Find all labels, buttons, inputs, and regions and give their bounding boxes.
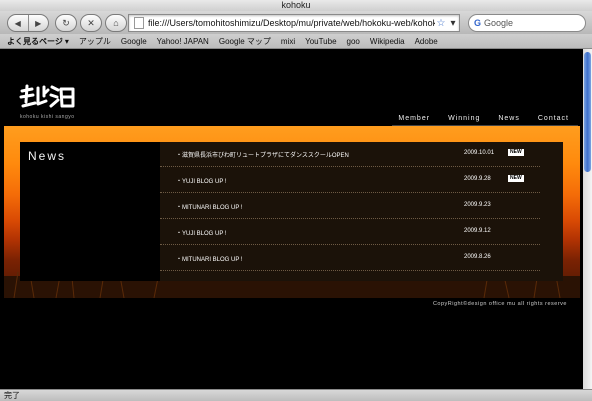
logo-text: 北湖: [18, 82, 20, 83]
search-field[interactable]: G Google: [468, 14, 586, 32]
bookmark-item[interactable]: Wikipedia: [370, 37, 405, 46]
logo-subtitle: kohoku kishi sangyo: [20, 114, 75, 120]
window-title: kohoku: [0, 0, 592, 11]
page-icon: [134, 17, 144, 29]
browser-toolbar: ◀ ▶ ↻ ✕ ⌂ file:///Users/tomohitoshimizu/…: [0, 11, 592, 34]
home-icon: ⌂: [113, 18, 119, 28]
address-text[interactable]: file:///Users/tomohitoshimizu/Desktop/mu…: [148, 18, 435, 28]
nav-winning[interactable]: Winning: [448, 115, 480, 122]
bookmark-item[interactable]: mixi: [281, 37, 295, 46]
news-date: 2009.9.23: [464, 202, 491, 208]
news-title[interactable]: ・MITUNARI BLOG UP !: [176, 202, 243, 211]
google-icon: G: [474, 18, 482, 28]
news-item[interactable]: ・MITUNARI BLOG UP ! 2009.9.23: [160, 194, 540, 219]
news-title[interactable]: ・滋賀県長浜市びわ町リュートプラザにてダンススクールOPEN: [176, 150, 349, 159]
nav-contact[interactable]: Contact: [538, 115, 569, 122]
news-date: 2009.10.01: [464, 150, 495, 156]
back-forward-group: ◀ ▶: [7, 14, 49, 32]
news-date: 2009.9.12: [464, 228, 491, 234]
news-title[interactable]: ・MITUNARI BLOG UP !: [176, 254, 243, 263]
news-item[interactable]: ・YUJI BLOG UP ! 2009.9.28 NEW: [160, 168, 540, 193]
new-badge: NEW: [508, 175, 524, 182]
new-badge: NEW: [508, 149, 524, 156]
home-button[interactable]: ⌂: [105, 14, 127, 32]
search-input[interactable]: Google: [484, 18, 513, 28]
scrollbar-thumb[interactable]: [584, 52, 591, 172]
forward-button[interactable]: ▶: [27, 15, 49, 31]
arrow-right-icon: ▶: [35, 18, 42, 28]
close-icon: ✕: [87, 17, 95, 28]
bookmark-item[interactable]: YouTube: [305, 37, 336, 46]
back-button[interactable]: ◀: [8, 15, 28, 31]
dropdown-icon[interactable]: ▾: [447, 18, 459, 29]
nav-member[interactable]: Member: [398, 115, 430, 122]
news-heading: News: [28, 149, 67, 163]
bookmarks-bar: よく見るページ ▾ アップル Google Yahoo! JAPAN Googl…: [0, 34, 592, 49]
bookmark-icon[interactable]: ☆: [435, 18, 447, 29]
arrow-left-icon: ◀: [14, 18, 21, 28]
bookmark-item[interactable]: アップル: [79, 36, 111, 47]
news-date: 2009.9.28: [464, 176, 491, 182]
chevron-down-icon[interactable]: ▾: [65, 37, 69, 46]
status-bar: 完了: [0, 389, 592, 401]
news-list: ・滋賀県長浜市びわ町リュートプラザにてダンススクールOPEN 2009.10.0…: [160, 142, 563, 281]
address-bar[interactable]: file:///Users/tomohitoshimizu/Desktop/mu…: [128, 14, 460, 32]
nav-news[interactable]: News: [498, 115, 520, 122]
bookmark-item[interactable]: Yahoo! JAPAN: [157, 37, 209, 46]
bookmark-item[interactable]: Adobe: [415, 37, 438, 46]
news-title[interactable]: ・YUJI BLOG UP !: [176, 176, 227, 185]
stop-button[interactable]: ✕: [80, 14, 102, 32]
news-date: 2009.8.26: [464, 254, 491, 260]
reload-icon: ↻: [62, 17, 70, 28]
bookmark-item[interactable]: goo: [347, 37, 360, 46]
news-item[interactable]: ・滋賀県長浜市びわ町リュートプラザにてダンススクールOPEN 2009.10.0…: [160, 142, 540, 167]
news-item[interactable]: ・MITUNARI BLOG UP ! 2009.8.26: [160, 246, 540, 271]
site-logo[interactable]: 北湖: [18, 82, 78, 112]
bookmark-item[interactable]: Google マップ: [219, 36, 271, 47]
news-item[interactable]: ・YUJI BLOG UP ! 2009.9.12: [160, 220, 540, 245]
bookmark-item[interactable]: Google: [121, 37, 147, 46]
web-page: 北湖 kohoku kishi sangyo Member Winning Ne…: [0, 49, 583, 389]
news-title[interactable]: ・YUJI BLOG UP !: [176, 228, 227, 237]
reload-button[interactable]: ↻: [55, 14, 77, 32]
site-nav: Member Winning News Contact: [380, 115, 569, 122]
bookmark-most-visited[interactable]: よく見るページ: [7, 36, 63, 47]
status-text: 完了: [4, 391, 20, 400]
copyright-text: CopyRight©design office mu all rights re…: [432, 301, 567, 307]
